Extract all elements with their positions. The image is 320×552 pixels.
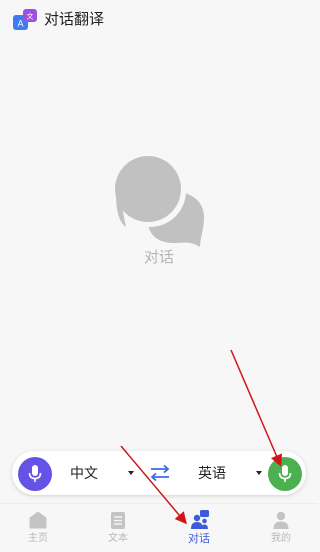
- chat-bubbles-icon: [114, 155, 204, 247]
- nav-label-home: 主页: [28, 533, 48, 544]
- bottom-nav: 主页 文本 对话 我的: [0, 503, 318, 552]
- logo-letter-wen: 文: [27, 12, 34, 21]
- nav-label-me: 我的: [271, 533, 291, 544]
- nav-item-text[interactable]: 文本: [88, 510, 148, 550]
- target-mic-button[interactable]: [268, 457, 302, 491]
- empty-state-label: 对话: [143, 248, 174, 266]
- translate-logo-icon: A 文: [13, 9, 37, 30]
- logo-letter-a: A: [17, 19, 23, 29]
- nav-label-dialogue: 对话: [188, 532, 210, 545]
- nav-item-home[interactable]: 主页: [8, 510, 68, 550]
- language-bar: 中文 英语: [12, 451, 306, 495]
- nav-label-text: 文本: [108, 533, 128, 544]
- dropdown-arrow-icon: [256, 471, 262, 475]
- swap-arrows-icon[interactable]: [149, 464, 171, 482]
- nav-item-dialogue[interactable]: 对话: [169, 510, 229, 550]
- app-bar: A 文 对话翻译: [0, 0, 318, 38]
- person-icon: [273, 511, 289, 529]
- nav-item-me[interactable]: 我的: [251, 510, 311, 550]
- annotation-arrow-to-mic: [230, 349, 282, 467]
- target-language-label: 英语: [198, 466, 226, 482]
- document-icon: [111, 512, 125, 529]
- microphone-icon: [278, 465, 292, 482]
- dropdown-arrow-icon: [128, 471, 134, 475]
- dialogue-icon: [191, 510, 209, 529]
- source-mic-button[interactable]: [18, 457, 52, 491]
- target-language-select[interactable]: 英语: [198, 463, 262, 483]
- microphone-icon: [28, 465, 42, 482]
- home-icon: [29, 511, 47, 529]
- source-language-select[interactable]: 中文: [70, 463, 134, 483]
- source-language-label: 中文: [70, 466, 98, 482]
- page-title: 对话翻译: [44, 10, 105, 28]
